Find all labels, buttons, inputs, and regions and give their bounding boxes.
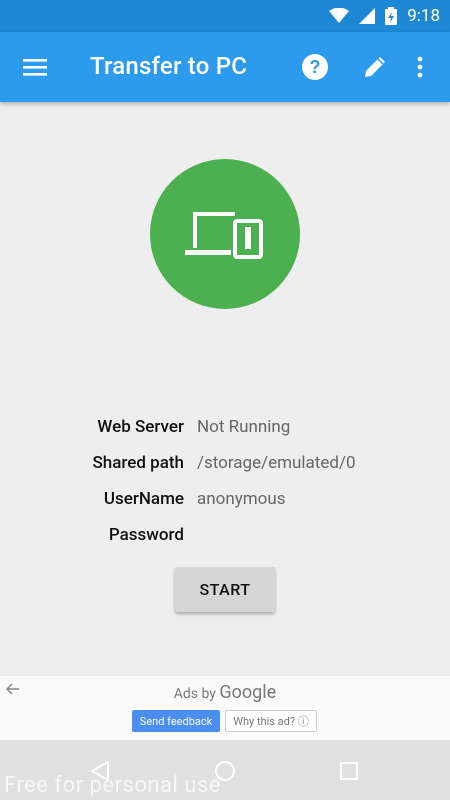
start-button[interactable]: START	[175, 567, 275, 612]
laptop-phone-icon	[185, 212, 263, 259]
status-icons: 9:18	[329, 6, 440, 26]
svg-text:?: ?	[310, 57, 321, 77]
status-bar: 9:18	[0, 0, 450, 32]
info-row-username: UserName anonymous	[0, 489, 450, 519]
pencil-icon[interactable]	[358, 50, 392, 84]
ad-banner: Ads by Google Send feedback Why this ad?…	[0, 676, 450, 740]
info-row-password: Password	[0, 525, 450, 555]
why-this-ad-button[interactable]: Why this ad? ⓘ	[225, 710, 317, 732]
web-server-label: Web Server	[97, 417, 184, 437]
send-feedback-button[interactable]: Send feedback	[132, 710, 220, 732]
help-circle-icon[interactable]: ?	[298, 50, 332, 84]
username-value: anonymous	[197, 489, 286, 509]
shared-path-label: Shared path	[92, 453, 185, 473]
google-logo: Google	[219, 682, 277, 703]
ads-by-google: Ads by Google	[0, 682, 450, 703]
nav-recents-icon[interactable]	[334, 756, 364, 786]
wifi-icon	[329, 8, 350, 23]
hamburger-menu-icon[interactable]	[18, 50, 52, 84]
ads-by-label: Ads by	[173, 686, 216, 702]
username-label: UserName	[103, 489, 184, 509]
password-label: Password	[108, 525, 184, 545]
info-row-web-server: Web Server Not Running	[0, 417, 450, 447]
info-row-shared-path: Shared path /storage/emulated/0	[0, 453, 450, 483]
transfer-status-circle	[150, 159, 300, 309]
more-vert-icon[interactable]	[403, 50, 437, 84]
status-time: 9:18	[407, 6, 440, 26]
signal-icon	[359, 8, 376, 24]
shared-path-value: /storage/emulated/0	[197, 453, 356, 473]
battery-icon	[385, 7, 398, 25]
watermark-text: Free for personal use	[4, 773, 221, 798]
app-bar: Transfer to PC ?	[0, 32, 450, 102]
app-title: Transfer to PC	[90, 52, 248, 80]
web-server-value: Not Running	[197, 417, 291, 437]
